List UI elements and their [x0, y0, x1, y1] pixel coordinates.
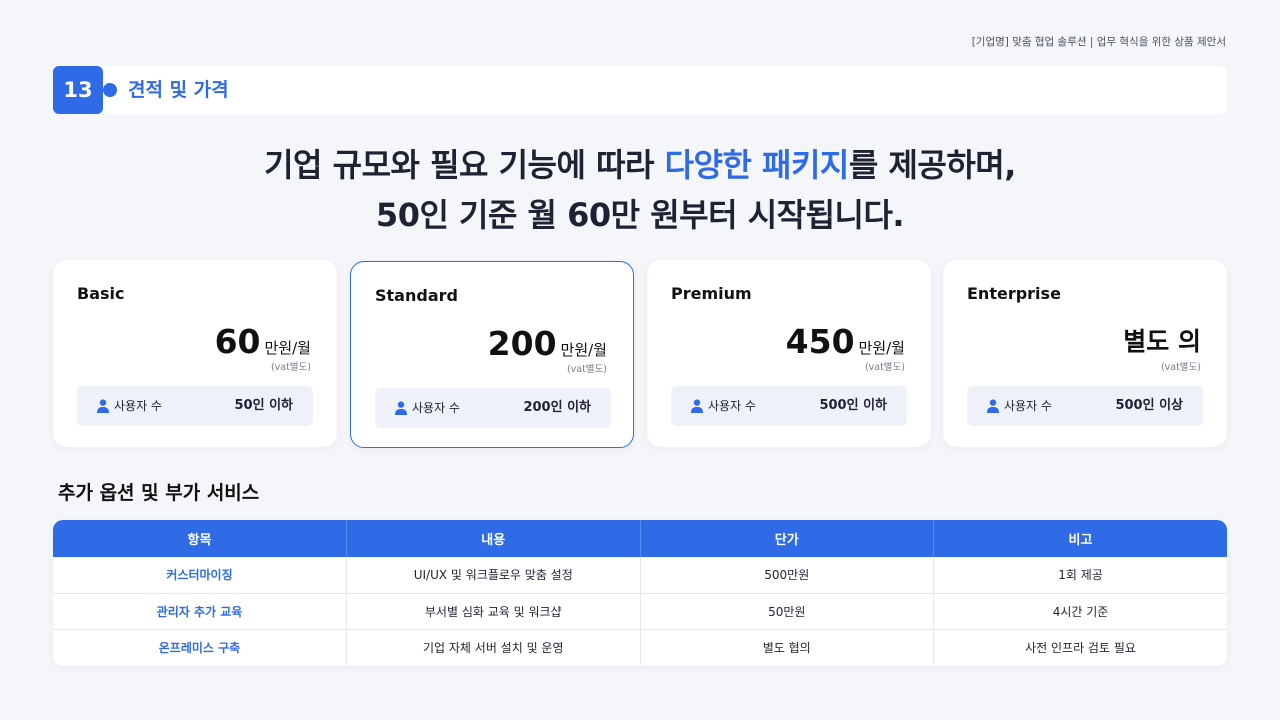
- plan-price: 60 만원/월: [215, 322, 311, 361]
- users-box: 사용자 수 50인 이하: [77, 386, 313, 426]
- plan-name: Premium: [671, 284, 752, 303]
- table-cell-content: 부서별 심화 교육 및 워크샵: [346, 593, 641, 630]
- user-icon: [691, 399, 703, 413]
- vat-note: (vat별도): [864, 362, 905, 373]
- table-cell-note: 4시간 기준: [933, 593, 1227, 630]
- users-label: 사용자 수: [412, 401, 460, 415]
- users-box: 사용자 수 500인 이하: [671, 386, 907, 426]
- plan-name: Standard: [375, 286, 458, 305]
- pricing-cards: Basic 60 만원/월 (vat별도) 사용자 수 50인 이하 Stand…: [53, 260, 1227, 448]
- table-cell-item: 관리자 추가 교육: [53, 593, 347, 630]
- vat-note: (vat별도): [270, 362, 311, 373]
- table-cell-price: 별도 협의: [640, 629, 934, 665]
- table-row: 커스터마이징 UI/UX 및 워크플로우 맞춤 설정 500만원 1회 제공: [53, 557, 1227, 594]
- users-box: 사용자 수 200인 이하: [375, 388, 611, 428]
- plan-price: 450 만원/월: [786, 322, 905, 361]
- section-dot: [103, 83, 117, 97]
- users-label: 사용자 수: [114, 399, 162, 413]
- plan-price: 별도 의: [1123, 322, 1201, 358]
- table-row: 온프레미스 구축 기업 자체 서버 설치 및 운영 별도 협의 사전 인프라 검…: [53, 629, 1227, 665]
- table-cell-note: 1회 제공: [933, 557, 1227, 594]
- users-label: 사용자 수: [1004, 399, 1052, 413]
- users-label: 사용자 수: [708, 399, 756, 413]
- headline-line-1: 기업 규모와 필요 기능에 따라 다양한 패키지를 제공하며,: [0, 140, 1280, 190]
- users-box: 사용자 수 500인 이상: [967, 386, 1203, 426]
- plan-price: 200 만원/월: [488, 324, 607, 363]
- plan-name: Basic: [77, 284, 125, 303]
- users-value: 500인 이하: [819, 398, 887, 413]
- price-amount: 60: [214, 322, 261, 361]
- user-icon: [97, 399, 109, 413]
- headline-pre: 기업 규모와 필요 기능에 따라: [264, 146, 665, 184]
- table-cell-content: 기업 자체 서버 설치 및 운영: [346, 629, 641, 665]
- document-topline: [기업명] 맞춤 협업 솔루션 | 업무 혁식을 위한 상품 제안서: [971, 36, 1226, 48]
- user-icon: [395, 401, 407, 415]
- table-cell-price: 500만원: [640, 557, 934, 594]
- table-cell-content: UI/UX 및 워크플로우 맞춤 설정: [346, 557, 641, 594]
- table-cell-price: 50만원: [640, 593, 934, 630]
- vat-note: (vat별도): [1160, 362, 1201, 373]
- section-title: 견적 및 가격: [128, 79, 229, 101]
- users-value: 50인 이하: [234, 398, 294, 413]
- table-cell-item: 커스터마이징: [53, 557, 347, 594]
- table-cell-item: 온프레미스 구축: [53, 629, 347, 665]
- options-title: 추가 옵션 및 부가 서비스: [58, 482, 260, 504]
- table-cell-note: 사전 인프라 검토 필요: [1025, 640, 1136, 655]
- column-header: 비고: [933, 520, 1227, 557]
- table-row: 관리자 추가 교육 부서별 심화 교육 및 워크샵 50만원 4시간 기준: [53, 593, 1227, 630]
- vat-note: (vat별도): [566, 364, 607, 375]
- plan-card-standard[interactable]: Standard 200 만원/월 (vat별도) 사용자 수 200인 이하: [350, 261, 634, 448]
- headline-line-2: 50인 기준 월 60만 원부터 시작됩니다.: [375, 196, 905, 234]
- price-unit: 만원/월: [264, 339, 311, 357]
- price-unit: 만원/월: [858, 339, 905, 357]
- user-icon: [987, 399, 999, 413]
- options-table: 항목 내용 단가 비고 커스터마이징 UI/UX 및 워크플로우 맞춤 설정 5…: [53, 520, 1227, 666]
- column-header: 항목: [53, 520, 347, 557]
- section-number: 13: [53, 66, 103, 114]
- price-text: 별도 의: [1123, 327, 1201, 356]
- column-header: 단가: [640, 520, 934, 557]
- users-value: 500인 이상: [1115, 398, 1183, 413]
- price-amount: 200: [487, 324, 557, 363]
- price-unit: 만원/월: [560, 341, 607, 359]
- plan-card-enterprise[interactable]: Enterprise 별도 의 (vat별도) 사용자 수 500인 이상: [943, 260, 1227, 447]
- users-value: 200인 이하: [523, 400, 591, 415]
- table-header-row: 항목 내용 단가 비고: [53, 520, 1227, 557]
- plan-card-basic[interactable]: Basic 60 만원/월 (vat별도) 사용자 수 50인 이하: [53, 260, 337, 447]
- plan-name: Enterprise: [967, 284, 1061, 303]
- headline-highlight: 다양한 패키지: [664, 146, 850, 184]
- plan-card-premium[interactable]: Premium 450 만원/월 (vat별도) 사용자 수 500인 이하: [647, 260, 931, 447]
- headline-post: 를 제공하며,: [848, 146, 1017, 184]
- price-amount: 450: [785, 322, 855, 361]
- section-header: 13 견적 및 가격: [53, 66, 1227, 114]
- column-header: 내용: [346, 520, 641, 557]
- page-headline: 기업 규모와 필요 기능에 따라 다양한 패키지를 제공하며, 50인 기준 월…: [0, 140, 1280, 240]
